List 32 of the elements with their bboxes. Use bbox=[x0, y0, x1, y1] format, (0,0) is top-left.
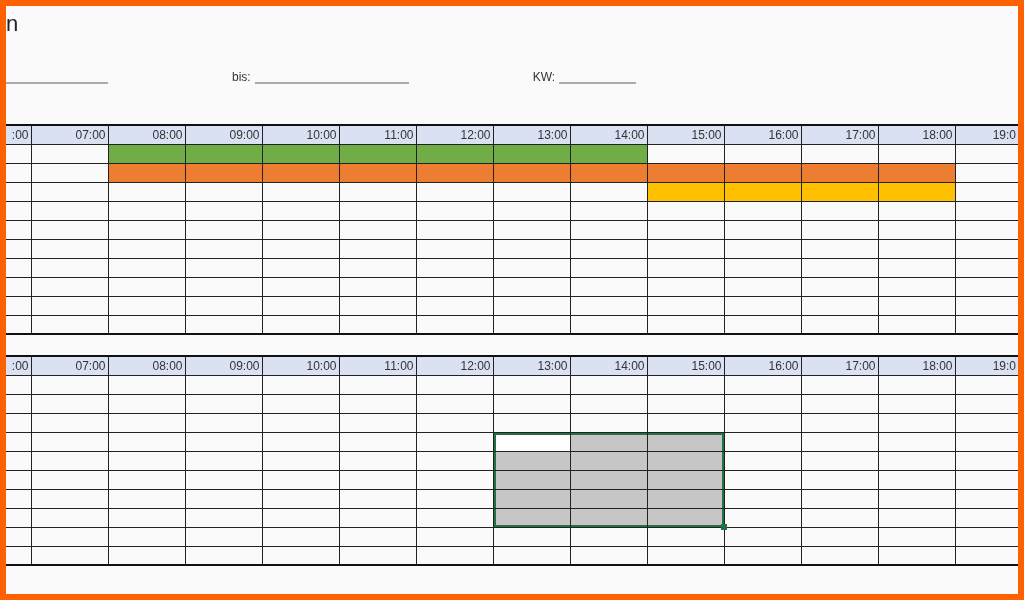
field-label: bis: bbox=[232, 70, 251, 84]
column-header: 15:00 bbox=[647, 356, 724, 375]
column-header: 08:00 bbox=[108, 125, 185, 144]
column-header: 17:00 bbox=[801, 125, 878, 144]
column-header: 14:00 bbox=[570, 356, 647, 375]
column-header: 11:00 bbox=[339, 125, 416, 144]
column-header: 07:00 bbox=[31, 125, 108, 144]
column-header: 15:00 bbox=[647, 125, 724, 144]
column-header: 13:00 bbox=[493, 125, 570, 144]
column-header: 09:00 bbox=[185, 125, 262, 144]
column-header: 10:00 bbox=[262, 356, 339, 375]
column-header: :00 bbox=[6, 356, 31, 375]
sheet-title: n bbox=[6, 10, 19, 38]
column-header: 17:00 bbox=[801, 356, 878, 375]
column-header: 18:00 bbox=[878, 125, 955, 144]
column-header: 12:00 bbox=[416, 356, 493, 375]
column-header: 13:00 bbox=[493, 356, 570, 375]
field-label: KW: bbox=[532, 70, 556, 84]
column-header: 11:00 bbox=[339, 356, 416, 375]
column-header: 12:00 bbox=[416, 125, 493, 144]
column-header: 10:00 bbox=[262, 125, 339, 144]
column-header: 14:00 bbox=[570, 125, 647, 144]
column-header: 09:00 bbox=[185, 356, 262, 375]
column-header: 18:00 bbox=[878, 356, 955, 375]
column-header: 08:00 bbox=[108, 356, 185, 375]
column-header: 19:0 bbox=[955, 125, 1018, 144]
fill-handle[interactable] bbox=[721, 524, 727, 530]
column-header: 16:00 bbox=[724, 125, 801, 144]
column-header: 16:00 bbox=[724, 356, 801, 375]
column-header: :00 bbox=[6, 125, 31, 144]
column-header: 07:00 bbox=[31, 356, 108, 375]
column-header: 19:0 bbox=[955, 356, 1018, 375]
